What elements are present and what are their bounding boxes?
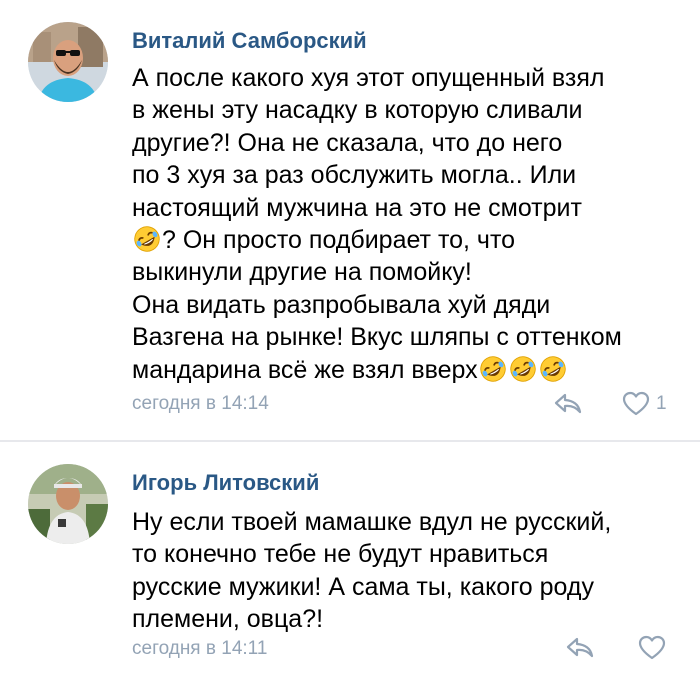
comment-line: русские мужики! А сама ты, какого роду (132, 572, 594, 601)
comment-line: мандарина всё же взял вверх (132, 355, 478, 384)
avatar[interactable] (28, 22, 108, 102)
reply-button[interactable] (565, 634, 595, 662)
comment-timestamp: сегодня в 14:14 (132, 393, 269, 414)
laughing-emoji-icon (539, 355, 567, 383)
comment-line: по 3 хуя за раз обслужить могла.. Или (132, 161, 577, 190)
heart-icon (622, 391, 650, 416)
comment-line: Ну если твоей мамашке вдул не русский, (132, 508, 612, 536)
like-button[interactable] (638, 634, 666, 662)
like-count: 1 (656, 393, 667, 414)
laughing-emoji-icon (133, 225, 161, 253)
avatar[interactable] (28, 464, 108, 544)
reply-icon (566, 637, 594, 658)
comment-line: А после какого хуя этот опущенный взял (132, 64, 605, 92)
comment-line: Она видать разпробывала хуй дяди (132, 290, 551, 319)
comment-line: племени, овца?! (132, 605, 324, 634)
comment-line: в жены эту насадку в которую сливали (132, 96, 583, 125)
avatar-image (28, 464, 108, 544)
comment-text: Ну если твоей мамашке вдул не русский, т… (132, 506, 692, 636)
avatar-image (28, 22, 108, 102)
like-button[interactable]: 1 (622, 390, 667, 418)
comment-line: Вазгена на рынке! Вкус шляпы с оттенком (132, 323, 622, 352)
comment-line-with-emoji: ? Он просто подбирает то, что (132, 224, 692, 256)
comment-line: другие?! Она не сказала, что до него (132, 128, 563, 157)
comment-line: то конечно тебе не будут нравиться (132, 540, 549, 569)
comment-line-with-emoji: мандарина всё же взял вверх (132, 354, 692, 386)
reply-icon (554, 393, 582, 414)
comment-author[interactable]: Виталий Самборский (132, 28, 367, 54)
comment-2: Игорь Литовский Ну если твоей мамашке вд… (0, 442, 700, 700)
laughing-emoji-icon (479, 355, 507, 383)
laughing-emoji-icon (509, 355, 537, 383)
comment-author[interactable]: Игорь Литовский (132, 470, 319, 496)
comment-line: выкинули другие на помойку! (132, 258, 472, 287)
comment-line: ? Он просто подбирает то, что (162, 226, 516, 255)
comment-text: А после какого хуя этот опущенный взял в… (132, 62, 692, 386)
comment-timestamp: сегодня в 14:11 (132, 638, 268, 659)
comment-1: Виталий Самборский А после какого хуя эт… (0, 0, 700, 440)
reply-button[interactable] (553, 390, 583, 418)
heart-icon (638, 635, 666, 660)
comment-line: настоящий мужчина на это не смотрит (132, 193, 582, 222)
